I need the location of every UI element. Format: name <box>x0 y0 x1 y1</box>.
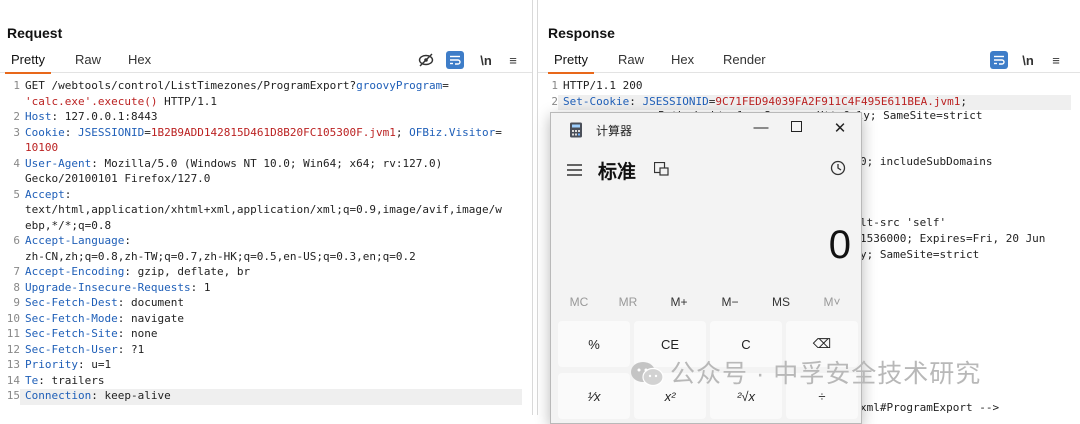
code-fragment: y; SameSite=strict <box>860 248 980 261</box>
hide-nonprint-icon[interactable] <box>416 51 436 69</box>
tab-raw[interactable]: Raw <box>75 52 101 67</box>
line-number: 5 <box>13 187 20 201</box>
memory-store-button[interactable]: MS <box>761 295 801 309</box>
calculator-mode-title: 标准 <box>598 162 637 183</box>
line-number: 3 <box>13 125 20 139</box>
menu-icon[interactable]: ≡ <box>1048 51 1064 69</box>
minimize-icon[interactable]: — <box>747 119 775 136</box>
close-icon[interactable]: ✕ <box>826 119 854 137</box>
code-line: Cookie: JSESSIONID=1B2B9ADD142815D461D8B… <box>25 125 502 139</box>
line-number: 7 <box>13 265 20 278</box>
line-number: 1 <box>551 79 558 92</box>
code-line: Host: 127.0.0.1:8443 <box>25 110 158 123</box>
wechat-logo-icon <box>630 361 664 392</box>
reciprocal-button[interactable]: ¹⁄x <box>558 373 630 419</box>
code-line: Accept: <box>25 187 72 201</box>
code-line: Upgrade-Insecure-Requests: 1 <box>25 280 211 294</box>
code-line: Te: trailers <box>25 373 105 387</box>
code-line: 'calc.exe'.execute() HTTP/1.1 <box>25 94 218 108</box>
keep-on-top-icon[interactable] <box>653 161 669 181</box>
line-number: 11 <box>6 327 20 340</box>
tab-render[interactable]: Render <box>723 52 766 67</box>
line-number: 6 <box>13 234 20 247</box>
history-icon[interactable] <box>830 160 846 181</box>
code-fragment: lt-src 'self' <box>860 216 947 229</box>
memory-add-button[interactable]: M+ <box>659 295 699 309</box>
response-title: Response <box>548 25 615 41</box>
hamburger-menu-icon[interactable] <box>567 163 582 181</box>
line-number: 12 <box>6 342 20 356</box>
code-line: Sec-Fetch-User: ?1 <box>25 342 145 356</box>
maximize-icon[interactable] <box>782 119 810 136</box>
memory-list-button[interactable]: M˅ <box>812 295 852 309</box>
line-number: 4 <box>13 156 20 170</box>
response-tabs: Pretty Raw Hex Render \n ≡ <box>538 50 1080 74</box>
line-number: 10 <box>6 311 20 325</box>
calculator-title: 计算器 <box>596 124 633 138</box>
watermark-text: 公众号 · 中孚安全技术研究 <box>670 360 982 388</box>
line-number: 2 <box>13 110 20 123</box>
code-line: Priority: u=1 <box>25 358 112 371</box>
code-fragment: 0; includeSubDomains <box>860 155 993 168</box>
calculator-display: 0 <box>828 223 851 267</box>
code-line: Set-Cookie: JSESSIONID=9C71FED94039FA2F9… <box>563 94 968 108</box>
code-line: Accept-Language: <box>25 234 131 247</box>
code-line: Connection: keep-alive <box>25 389 171 402</box>
code-line: HTTP/1.1 200 <box>563 79 643 92</box>
memory-recall-button[interactable]: MR <box>608 295 648 309</box>
code-line: zh-CN,zh;q=0.8,zh-TW;q=0.7,zh-HK;q=0.5,e… <box>25 249 416 263</box>
code-fragment: 1536000; Expires=Fri, 20 Jun <box>860 232 1046 245</box>
code-line: Sec-Fetch-Mode: navigate <box>25 311 184 325</box>
line-number: 2 <box>551 94 558 108</box>
request-tabs: Pretty Raw Hex \n ≡ <box>0 50 532 74</box>
line-number: 15 <box>6 389 20 402</box>
request-editor[interactable]: 1 GET /webtools/control/ListTimezones/Pro… <box>0 77 532 415</box>
newline-toggle-icon[interactable]: \n <box>1020 51 1036 69</box>
code-line: Sec-Fetch-Site: none <box>25 327 158 340</box>
code-line: ebp,*/*;q=0.8 <box>25 218 112 232</box>
code-fragment: xml#ProgramExport --> <box>860 401 1000 414</box>
line-number: 8 <box>13 280 20 294</box>
word-wrap-icon[interactable] <box>446 51 464 69</box>
code-line: User-Agent: Mozilla/5.0 (Windows NT 10.0… <box>25 156 443 170</box>
tab-hex[interactable]: Hex <box>128 52 151 67</box>
code-line: GET /webtools/control/ListTimezones/Prog… <box>25 79 449 92</box>
request-title: Request <box>7 25 63 41</box>
tab-pretty[interactable]: Pretty <box>5 52 51 74</box>
line-number: 1 <box>13 79 20 92</box>
line-number: 13 <box>6 358 20 371</box>
tab-hex[interactable]: Hex <box>671 52 694 67</box>
memory-subtract-button[interactable]: M− <box>710 295 750 309</box>
line-number: 14 <box>6 373 20 387</box>
code-line: Gecko/20100101 Firefox/127.0 <box>25 172 211 185</box>
line-number: 9 <box>13 296 20 309</box>
calculator-app-icon <box>569 122 583 143</box>
tab-raw[interactable]: Raw <box>618 52 644 67</box>
code-line: Sec-Fetch-Dest: document <box>25 296 184 309</box>
word-wrap-icon[interactable] <box>990 51 1008 69</box>
code-line: 10100 <box>25 141 59 154</box>
menu-icon[interactable]: ≡ <box>505 51 521 69</box>
code-line: Accept-Encoding: gzip, deflate, br <box>25 265 251 278</box>
tab-pretty[interactable]: Pretty <box>548 52 594 74</box>
code-line: text/html,application/xhtml+xml,applicat… <box>25 203 502 216</box>
memory-clear-button[interactable]: MC <box>559 295 599 309</box>
request-pane: Request Pretty Raw Hex \n ≡ 1 GET /webtoo… <box>0 0 533 415</box>
newline-toggle-icon[interactable]: \n <box>478 51 494 69</box>
percent-button[interactable]: % <box>558 321 630 367</box>
